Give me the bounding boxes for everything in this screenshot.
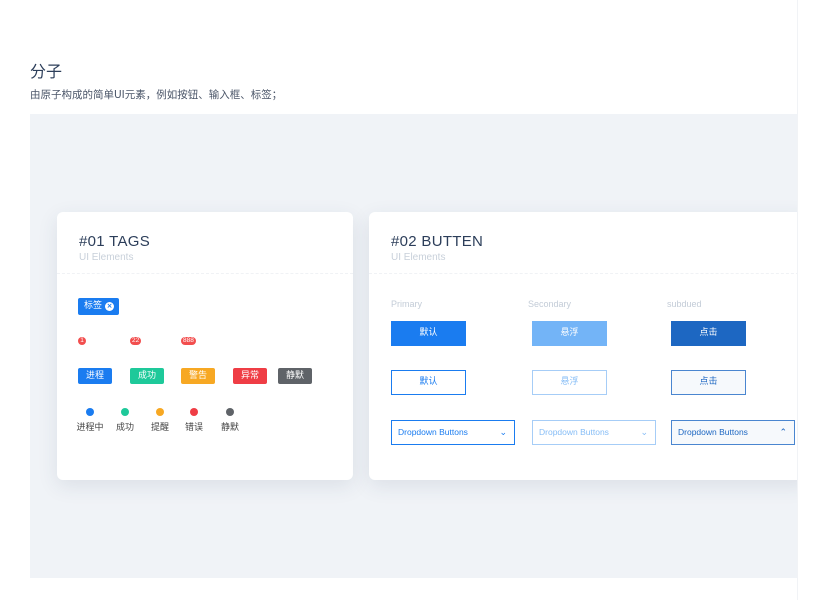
dot-status-label: 提醒	[150, 423, 169, 433]
showcase-canvas: #01 TAGS UI Elements 标签 × 1 22 888 进程 成功…	[30, 114, 797, 578]
dot-status-success: 成功	[108, 408, 142, 433]
chevron-down-icon: ⌄	[640, 427, 648, 437]
dropdown-button-primary[interactable]: Dropdown Buttons ⌄	[391, 420, 515, 445]
dot-status-silent: 静默	[213, 408, 247, 433]
dropdown-button-label: Dropdown Buttons	[398, 427, 468, 437]
dot-status-label: 进程中	[76, 423, 104, 433]
dropdown-button-secondary[interactable]: Dropdown Buttons ⌄	[532, 420, 656, 445]
outline-default-button[interactable]: 默认	[391, 370, 466, 395]
status-tag-error[interactable]: 异常	[233, 368, 267, 384]
buttons-card-divider	[369, 273, 797, 274]
dot-status-error: 错误	[177, 408, 211, 433]
status-dot	[156, 408, 164, 416]
column-label-secondary: Secondary	[528, 299, 572, 309]
badge-count: 1	[78, 337, 86, 345]
dot-status-progress: 进程中	[73, 408, 107, 433]
status-tag-success[interactable]: 成功	[130, 368, 164, 384]
tags-card: #01 TAGS UI Elements 标签 × 1 22 888 进程 成功…	[57, 212, 353, 480]
dropdown-button-subdued[interactable]: Dropdown Buttons ⌃	[671, 420, 795, 445]
tags-card-subtitle: UI Elements	[79, 252, 134, 263]
closable-tag[interactable]: 标签 ×	[78, 298, 119, 315]
primary-pressed-button[interactable]: 点击	[671, 321, 746, 346]
page: 分子 由原子构成的简单UI元素，例如按钮、输入框、标签； #01 TAGS UI…	[0, 0, 826, 600]
section-title: 分子	[30, 62, 63, 81]
chevron-down-icon: ⌄	[499, 427, 507, 437]
dropdown-button-label: Dropdown Buttons	[539, 427, 609, 437]
status-tag-warning[interactable]: 警告	[181, 368, 215, 384]
page-edge-divider	[797, 0, 798, 600]
badge-count: 22	[130, 337, 142, 345]
status-tag-silent[interactable]: 静默	[278, 368, 312, 384]
dot-status-label: 静默	[220, 423, 239, 433]
dropdown-button-label: Dropdown Buttons	[678, 427, 748, 437]
buttons-card-subtitle: UI Elements	[391, 252, 446, 263]
dot-status-label: 错误	[184, 423, 203, 433]
dot-status-reminder: 提醒	[143, 408, 177, 433]
dot-status-label: 成功	[115, 423, 134, 433]
status-dot	[226, 408, 234, 416]
section-description: 由原子构成的简单UI元素，例如按钮、输入框、标签；	[30, 89, 283, 101]
chevron-up-icon: ⌃	[779, 427, 787, 437]
primary-hover-button[interactable]: 悬浮	[532, 321, 607, 346]
outline-hover-button[interactable]: 悬浮	[532, 370, 607, 395]
buttons-card: #02 BUTTEN UI Elements Primary Secondary…	[369, 212, 797, 480]
status-dot	[121, 408, 129, 416]
status-dot	[86, 408, 94, 416]
badge-count: 888	[181, 337, 196, 345]
column-label-subdued: subdued	[667, 299, 702, 309]
primary-default-button[interactable]: 默认	[391, 321, 466, 346]
status-tag-progress[interactable]: 进程	[78, 368, 112, 384]
closable-tag-label: 标签	[84, 301, 103, 311]
outline-pressed-button[interactable]: 点击	[671, 370, 746, 395]
buttons-card-title: #02 BUTTEN	[391, 233, 484, 250]
tags-card-divider	[57, 273, 353, 274]
column-label-primary: Primary	[391, 299, 422, 309]
close-circle-icon[interactable]: ×	[105, 302, 114, 311]
status-dot	[190, 408, 198, 416]
tags-card-title: #01 TAGS	[79, 233, 151, 250]
